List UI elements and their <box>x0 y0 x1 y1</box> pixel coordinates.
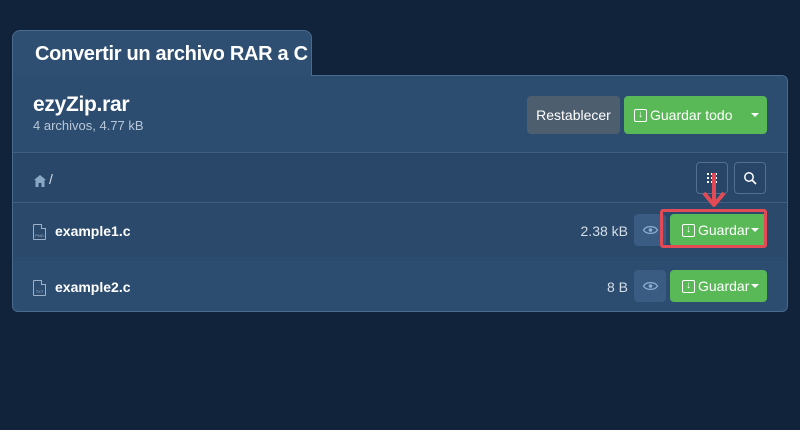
eye-icon <box>642 226 658 234</box>
file-row[interactable]: TXT example2.c 8 B Guardar <box>13 260 787 311</box>
breadcrumb: / <box>13 154 787 203</box>
archive-meta: 4 archivos, 4.77 kB <box>33 118 144 133</box>
converter-tab: Convertir un archivo RAR a C <box>12 30 312 76</box>
tab-join <box>13 74 311 77</box>
reset-button[interactable]: Restablecer <box>527 96 620 134</box>
file-size: 2.38 kB <box>580 223 628 239</box>
annotation-highlight-box <box>660 209 767 248</box>
archive-name: ezyZip.rar <box>33 93 130 116</box>
eye-icon <box>642 282 658 290</box>
save-label: Guardar <box>698 278 750 294</box>
file-icon: TXT <box>33 280 46 296</box>
search-button[interactable] <box>734 162 766 194</box>
file-icon: PNG <box>33 224 46 240</box>
file-size: 8 B <box>606 279 628 295</box>
archive-panel: ezyZip.rar 4 archivos, 4.77 kB Restablec… <box>12 75 788 312</box>
save-all-label: Guardar todo <box>650 107 733 123</box>
search-icon <box>744 172 757 185</box>
file-name[interactable]: example2.c <box>55 279 131 295</box>
download-icon <box>682 279 695 293</box>
breadcrumb-separator: / <box>49 171 53 187</box>
preview-button[interactable] <box>634 270 666 302</box>
download-icon <box>634 108 647 122</box>
file-name[interactable]: example1.c <box>55 223 131 239</box>
archive-header: ezyZip.rar 4 archivos, 4.77 kB Restablec… <box>13 76 787 153</box>
chevron-down-icon[interactable] <box>751 113 759 117</box>
save-all-button[interactable]: Guardar todo <box>624 96 767 134</box>
annotation-arrow <box>702 173 726 207</box>
chevron-down-icon[interactable] <box>751 284 759 288</box>
home-icon[interactable] <box>34 175 46 187</box>
save-button[interactable]: Guardar <box>670 270 767 302</box>
